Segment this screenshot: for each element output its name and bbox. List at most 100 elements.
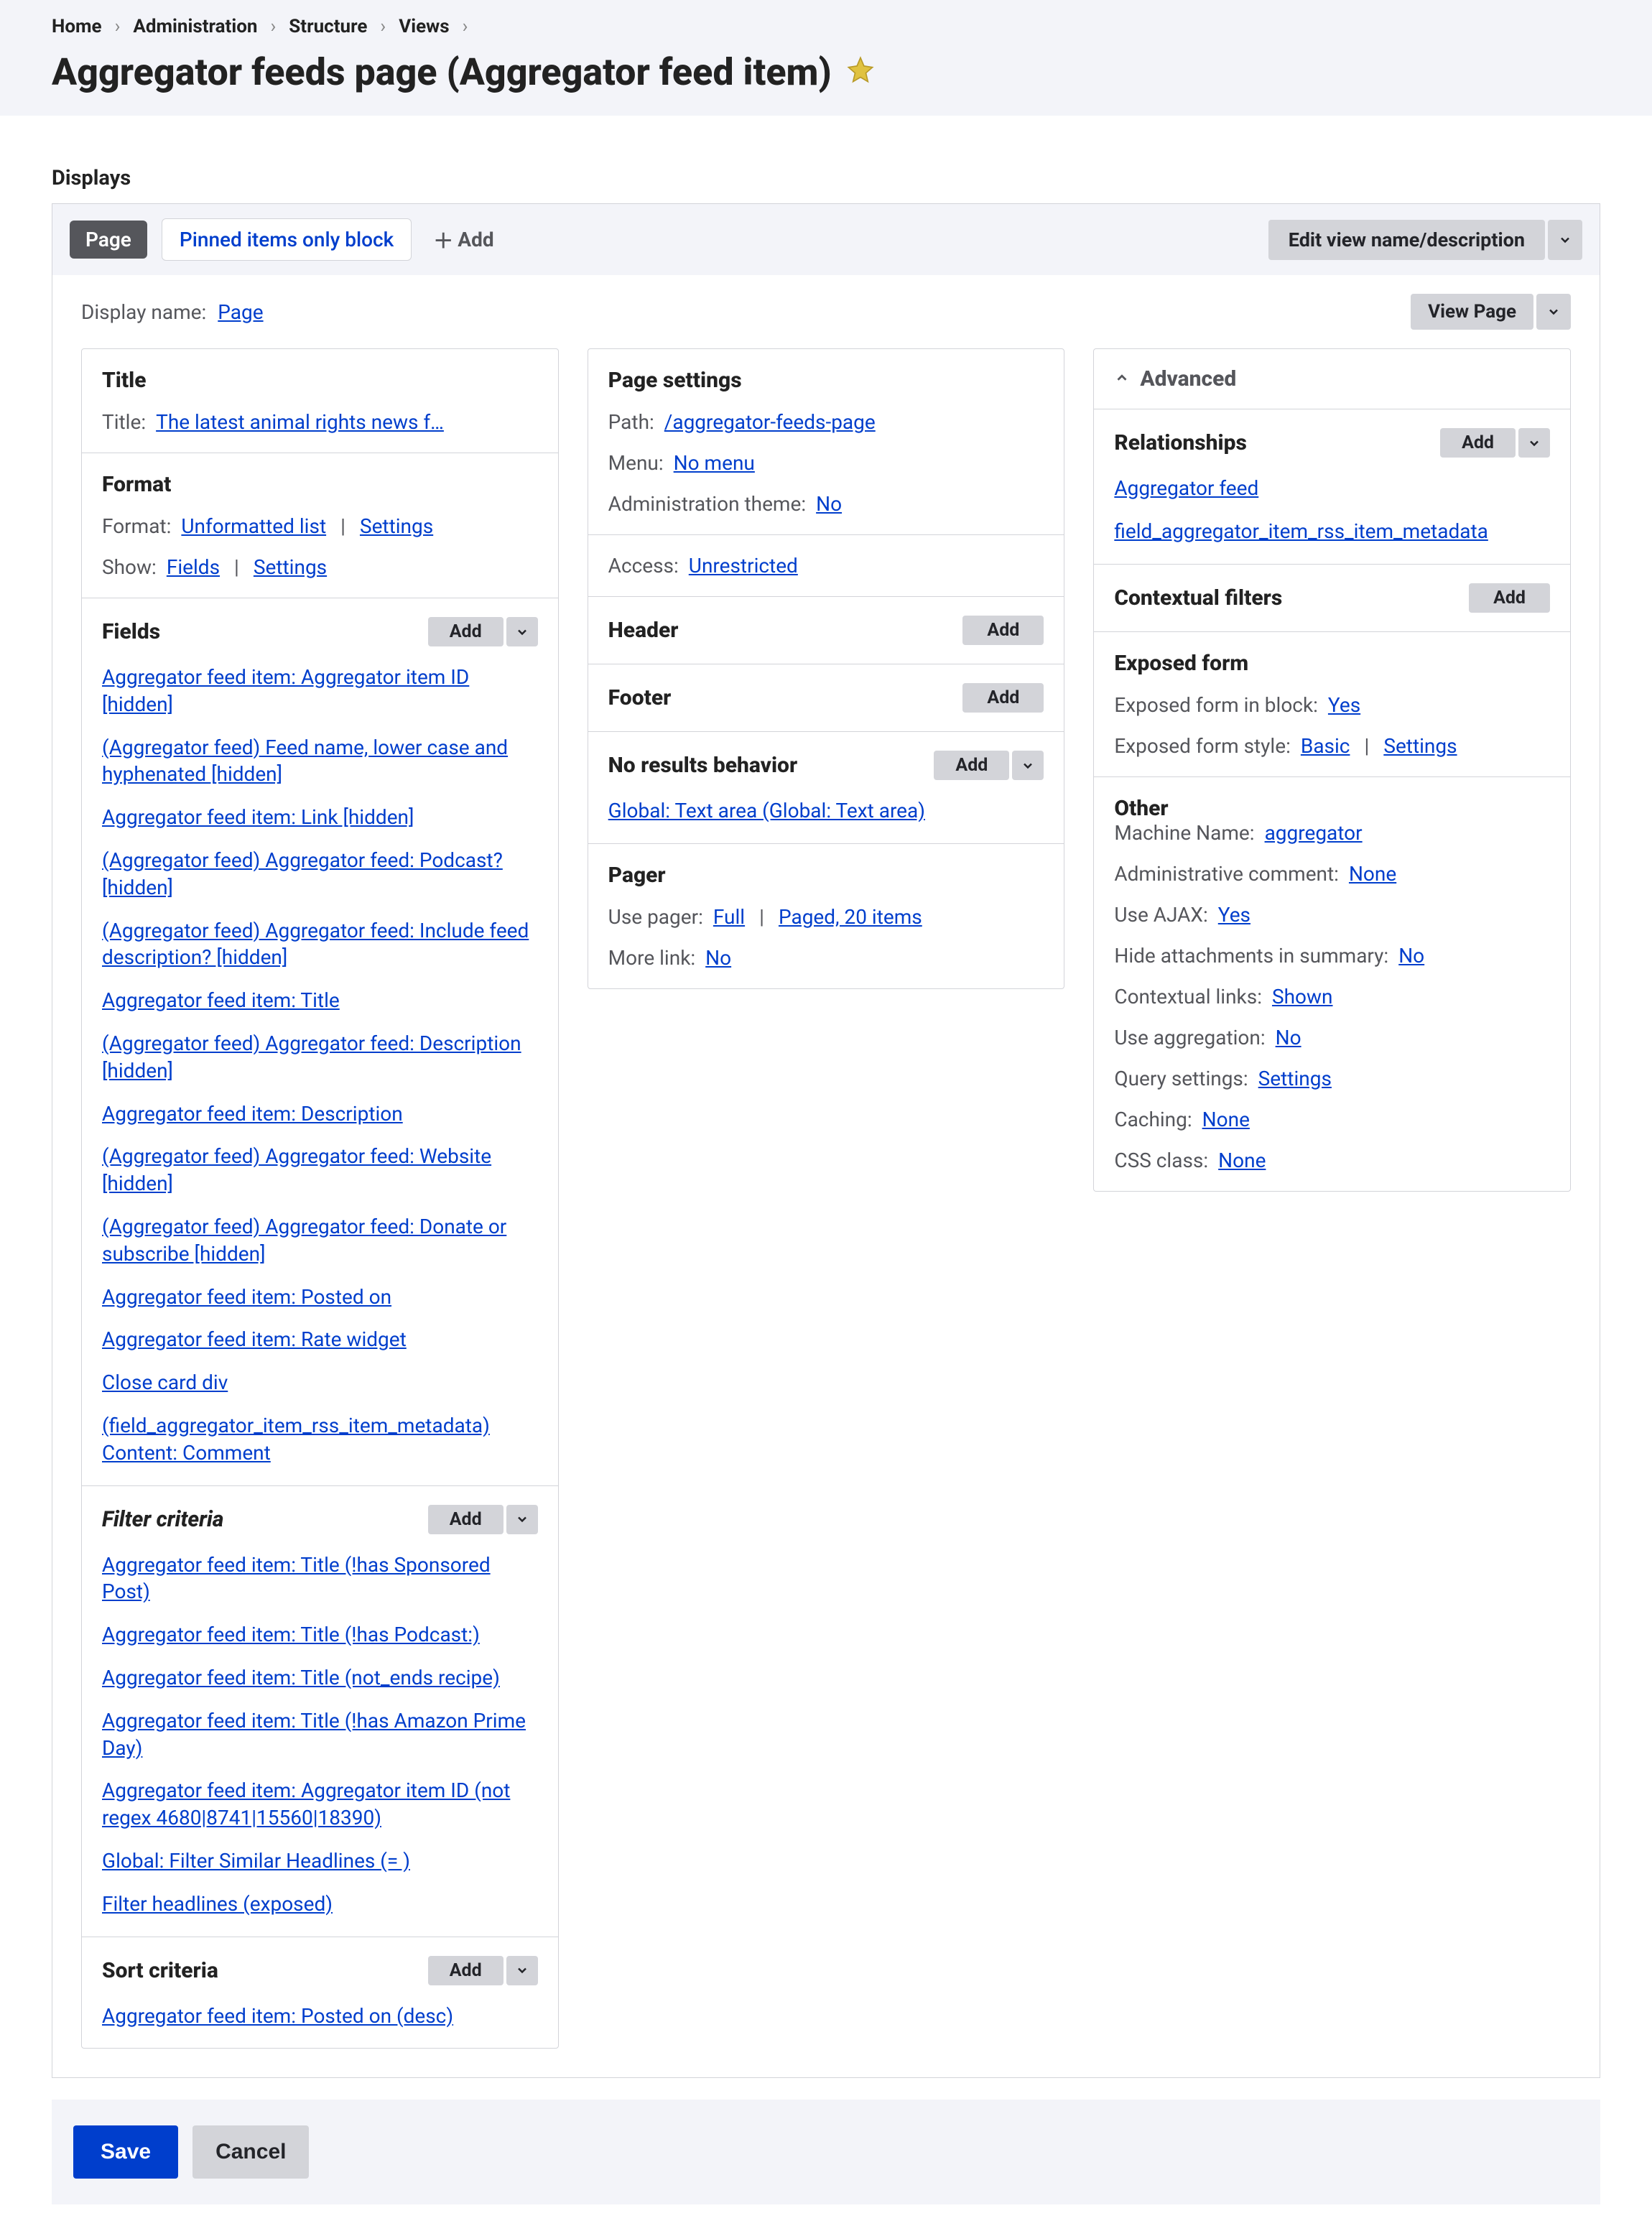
other-row: Caching: None [1114,1108,1550,1131]
no-results-item[interactable]: Global: Text area (Global: Text area) [608,797,1044,825]
exposed-block-link[interactable]: Yes [1328,693,1360,717]
section-no-results: No results behavior Add Global: Text are… [588,732,1064,844]
display-name-link[interactable]: Page [218,300,263,324]
field-item[interactable]: (Aggregator feed) Aggregator feed: Donat… [102,1213,538,1268]
breadcrumb-home[interactable]: Home [52,16,102,37]
field-item[interactable]: (Aggregator feed) Feed name, lower case … [102,734,538,789]
field-item[interactable]: (Aggregator feed) Aggregator feed: Podca… [102,847,538,901]
other-value-link[interactable]: None [1202,1108,1250,1131]
filter-add-dropdown[interactable] [506,1505,538,1534]
format-value-link[interactable]: Unformatted list [181,514,326,538]
filter-list: Aggregator feed item: Title (!has Sponso… [102,1552,538,1918]
show-settings-link[interactable]: Settings [254,555,327,579]
advanced-header[interactable]: Advanced [1094,349,1570,409]
relationships-add-dropdown[interactable] [1518,428,1550,458]
filter-item[interactable]: Aggregator feed item: Title (not_ends re… [102,1664,538,1692]
add-display-button[interactable]: ＋ Add [426,226,493,254]
exposed-style-link[interactable]: Basic [1301,734,1350,758]
access-link[interactable]: Unrestricted [689,554,798,578]
field-item[interactable]: Aggregator feed item: Rate widget [102,1326,538,1353]
path-link[interactable]: /aggregator-feeds-page [664,410,876,434]
other-value-link[interactable]: None [1218,1149,1266,1172]
other-label: Caching: [1114,1108,1192,1131]
other-value-link[interactable]: No [1276,1026,1301,1049]
use-pager-link[interactable]: Full [713,905,745,929]
relationship-item[interactable]: Aggregator feed [1114,475,1550,502]
view-page-dropdown[interactable] [1536,294,1571,330]
filter-item[interactable]: Aggregator feed item: Aggregator item ID… [102,1777,538,1832]
header-heading: Header [608,618,679,643]
filter-item[interactable]: Aggregator feed item: Title (!has Sponso… [102,1552,538,1606]
section-fields-heading: Fields [102,619,160,644]
exposed-style-settings-link[interactable]: Settings [1383,734,1457,758]
sort-add-dropdown[interactable] [506,1956,538,1985]
filter-item[interactable]: Aggregator feed item: Title (!has Amazon… [102,1707,538,1762]
relationship-item[interactable]: field_aggregator_item_rss_item_metadata [1114,518,1550,545]
relationships-add-button[interactable]: Add [1440,428,1516,458]
no-results-add-button[interactable]: Add [934,751,1009,780]
format-settings-link[interactable]: Settings [360,514,433,538]
admin-theme-link[interactable]: No [816,492,842,516]
section-header: Header Add [588,597,1064,664]
no-results-add-dropdown[interactable] [1012,751,1044,780]
view-page-button[interactable]: View Page [1411,294,1533,330]
cancel-button[interactable]: Cancel [192,2125,309,2179]
filter-add-button[interactable]: Add [428,1505,504,1534]
fields-add-dropdown[interactable] [506,617,538,646]
other-value-link[interactable]: No [1398,944,1424,968]
breadcrumb-administration[interactable]: Administration [133,16,257,37]
displays-label: Displays [52,166,1600,190]
breadcrumb-structure[interactable]: Structure [289,16,367,37]
tab-pinned-items-block[interactable]: Pinned items only block [162,218,412,261]
field-item[interactable]: Aggregator feed item: Link [hidden] [102,804,538,831]
filter-add-group: Add [428,1505,538,1534]
field-item[interactable]: (Aggregator feed) Aggregator feed: Descr… [102,1030,538,1085]
tab-page[interactable]: Page [70,221,147,259]
more-link[interactable]: No [705,946,731,970]
breadcrumb-views[interactable]: Views [399,16,449,37]
chevron-right-icon: › [270,16,276,37]
admin-theme-label: Administration theme: [608,492,806,516]
actions-bar: Save Cancel [52,2100,1600,2204]
pager-paged-link[interactable]: Paged, 20 items [779,905,922,929]
page-title-row: Aggregator feeds page (Aggregator feed i… [52,50,1600,94]
sort-add-button[interactable]: Add [428,1956,504,1985]
field-item[interactable]: (field_aggregator_item_rss_item_metadata… [102,1412,538,1467]
other-value-link[interactable]: Settings [1258,1067,1332,1090]
filter-item[interactable]: Aggregator feed item: Title (!has Podcas… [102,1621,538,1648]
breadcrumbs: Home › Administration › Structure › View… [52,16,1600,37]
title-value-link[interactable]: The latest animal rights news f… [156,410,444,434]
field-item[interactable]: Close card div [102,1369,538,1396]
sort-item[interactable]: Aggregator feed item: Posted on (desc) [102,2003,538,2030]
header-add-button[interactable]: Add [962,616,1044,645]
field-item[interactable]: Aggregator feed item: Title [102,987,538,1014]
separator: | [1360,734,1373,758]
no-results-heading: No results behavior [608,753,797,778]
other-value-link[interactable]: Shown [1272,985,1333,1008]
field-item[interactable]: Aggregator feed item: Description [102,1100,538,1128]
view-page-group: View Page [1411,294,1571,330]
other-row: Query settings:Settings [1114,1067,1550,1090]
other-value-link[interactable]: aggregator [1265,821,1363,845]
field-item[interactable]: Aggregator feed item: Aggregator item ID… [102,664,538,718]
contextual-filters-add-button[interactable]: Add [1469,583,1550,613]
section-sort: Sort criteria Add Aggregator feed item: … [82,1937,558,2049]
other-value-link[interactable]: Yes [1218,903,1250,927]
chevron-right-icon: › [115,16,121,37]
save-button[interactable]: Save [73,2125,178,2179]
fields-add-button[interactable]: Add [428,617,504,646]
other-value-link[interactable]: None [1349,862,1396,886]
menu-link[interactable]: No menu [674,451,755,475]
field-item[interactable]: (Aggregator feed) Aggregator feed: Inclu… [102,917,538,972]
edit-view-dropdown[interactable] [1548,220,1582,260]
other-row: Use AJAX:Yes [1114,903,1550,927]
footer-add-button[interactable]: Add [962,683,1044,713]
field-item[interactable]: Aggregator feed item: Posted on [102,1284,538,1311]
show-value-link[interactable]: Fields [167,555,220,579]
panel-col2: Page settings Path: /aggregator-feeds-pa… [588,348,1065,989]
star-icon[interactable] [846,55,875,89]
field-item[interactable]: (Aggregator feed) Aggregator feed: Websi… [102,1143,538,1197]
filter-item[interactable]: Global: Filter Similar Headlines (= ) [102,1847,538,1875]
edit-view-button[interactable]: Edit view name/description [1268,220,1545,260]
filter-item[interactable]: Filter headlines (exposed) [102,1891,538,1918]
